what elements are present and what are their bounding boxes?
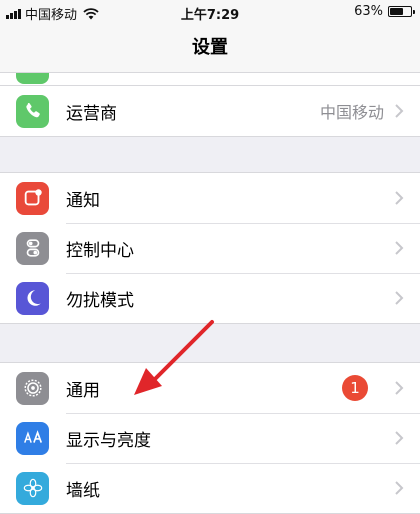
settings-row-value: 中国移动	[319, 103, 384, 122]
gear-icon	[16, 371, 49, 405]
settings-row-control-center[interactable]: 控制中心	[0, 223, 420, 273]
settings-row-label: 通用	[66, 380, 100, 401]
settings-row-wallpaper[interactable]: 墙纸	[0, 463, 420, 513]
settings-group-notifications: 通知 控制中心 勿扰模式	[0, 172, 420, 324]
notification-icon	[16, 181, 49, 215]
settings-group-general: 通用 1 显示与亮度 墙纸	[0, 362, 420, 514]
scrolled-row-peek	[0, 73, 420, 85]
chevron-right-icon	[395, 191, 404, 205]
settings-row-label: 显示与亮度	[66, 430, 151, 451]
phone-icon	[16, 94, 49, 128]
chevron-right-icon	[395, 381, 404, 395]
chevron-right-icon	[395, 481, 404, 495]
control-center-icon	[16, 231, 49, 265]
chevron-right-icon	[395, 104, 404, 118]
settings-row-label: 运营商	[66, 103, 117, 124]
moon-icon	[16, 281, 49, 315]
battery-percent: 63%	[354, 4, 383, 19]
status-right: 63%	[354, 4, 415, 19]
settings-row-do-not-disturb[interactable]: 勿扰模式	[0, 273, 420, 323]
settings-row-display-brightness[interactable]: 显示与亮度	[0, 413, 420, 463]
update-badge: 1	[342, 375, 368, 401]
display-brightness-icon	[16, 421, 49, 455]
settings-row-label: 控制中心	[66, 240, 134, 261]
settings-row-label: 墙纸	[66, 480, 100, 501]
settings-row-carrier[interactable]: 运营商 中国移动	[0, 86, 420, 136]
chevron-right-icon	[395, 241, 404, 255]
battery-fill	[390, 8, 403, 15]
settings-group-carrier: 运营商 中国移动	[0, 85, 420, 137]
battery-icon	[388, 6, 415, 17]
settings-row-general[interactable]: 通用 1	[0, 363, 420, 413]
chevron-right-icon	[395, 291, 404, 305]
scrolled-app-icon	[16, 73, 49, 84]
page-title: 设置	[192, 37, 228, 58]
settings-row-label: 通知	[66, 190, 100, 211]
status-bar: 中国移动 上午7:29 63%	[0, 0, 420, 24]
nav-bar: 设置	[0, 24, 420, 73]
settings-row-label: 勿扰模式	[66, 290, 134, 311]
chevron-right-icon	[395, 431, 404, 445]
settings-row-notifications[interactable]: 通知	[0, 173, 420, 223]
